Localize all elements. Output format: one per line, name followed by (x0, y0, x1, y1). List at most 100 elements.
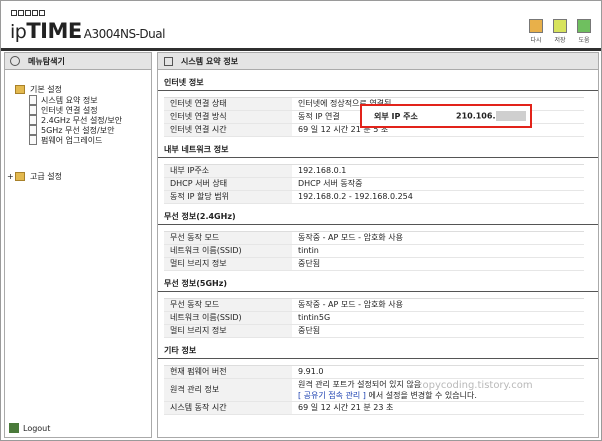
row-value: 192.168.0.2 - 192.168.0.254 (298, 192, 413, 201)
external-ip-callout: 외부 IP 주소 210.106. (360, 104, 532, 128)
refresh-icon (529, 19, 543, 33)
wifi5-table: 무선 동작 모드 동작중 - AP 모드 - 암호화 사용 네트워크 이름(SSI… (164, 298, 584, 338)
table-row: 무선 동작 모드 동작중 - AP 모드 - 암호화 사용 (164, 232, 584, 245)
watermark: copycoding.tistory.com (417, 380, 533, 391)
sidebar: 메뉴탐색기 기본 설정 시스템 요약 정보 인터넷 연결 설정 2.4GHz 무… (4, 52, 152, 438)
logout-button[interactable]: Logout (9, 423, 50, 433)
external-ip-label: 외부 IP 주소 (374, 111, 418, 121)
wifi24-table: 무선 동작 모드 동작중 - AP 모드 - 암호화 사용 네트워크 이름(SSI… (164, 231, 584, 271)
table-row: 멀티 브리지 정보 중단됨 (164, 258, 584, 271)
row-value: tintin (298, 246, 319, 255)
header-divider (1, 48, 601, 51)
section-etc-title: 기타 정보 (158, 344, 598, 359)
sidebar-item-wifi-24[interactable]: 2.4GHz 무선 설정/보안 (15, 115, 151, 125)
section-lan-title: 내부 네트워크 정보 (158, 143, 598, 158)
save-label: 저장 (554, 37, 566, 44)
row-key: 인터넷 연결 상태 (164, 98, 292, 110)
document-icon (29, 95, 37, 105)
table-row: 동적 IP 할당 범위 192.168.0.2 - 192.168.0.254 (164, 191, 584, 204)
row-key: 멀티 브리지 정보 (164, 325, 292, 337)
table-row: 네트워크 이름(SSID) tintin (164, 245, 584, 258)
logo: ipTIME A3004NS-Dual (10, 19, 165, 43)
sidebar-item-internet[interactable]: 인터넷 연결 설정 (15, 105, 151, 115)
refresh-button[interactable]: 다시 (527, 19, 545, 44)
refresh-label: 다시 (530, 37, 542, 44)
table-row: DHCP 서버 상태 DHCP 서버 동작중 (164, 178, 584, 191)
tree-advanced-label: 고급 설정 (30, 172, 62, 181)
tree-advanced-settings[interactable]: + 고급 설정 (7, 171, 151, 182)
logo-prefix: ip (10, 21, 27, 43)
table-row: 내부 IP주소 192.168.0.1 (164, 165, 584, 178)
row-key: DHCP 서버 상태 (164, 178, 292, 190)
window-icon (164, 56, 173, 66)
row-value: 192.168.0.1 (298, 166, 347, 175)
sidebar-item-wifi-5[interactable]: 5GHz 무선 설정/보안 (15, 125, 151, 135)
help-label: 도움 (578, 37, 590, 44)
row-value: DHCP 서버 동작중 (298, 179, 363, 188)
model-name: A3004NS-Dual (83, 27, 166, 41)
table-row: 네트워크 이름(SSID) tintin5G (164, 312, 584, 325)
table-row: 시스템 동작 시간 69 일 12 시간 21 분 23 초 (164, 402, 584, 415)
logout-label: Logout (23, 423, 51, 433)
table-row: 멀티 브리지 정보 중단됨 (164, 325, 584, 338)
tree-basic-label: 기본 설정 (30, 85, 62, 94)
row-key: 멀티 브리지 정보 (164, 258, 292, 270)
row-value: tintin5G (298, 313, 331, 322)
row-value: 9.91.0 (298, 367, 324, 376)
logout-icon (9, 423, 19, 433)
external-ip-text: 210.106. (456, 111, 496, 121)
document-icon (29, 115, 37, 125)
router-access-link[interactable]: [ 공유기 접속 관리 ] (298, 391, 366, 400)
external-ip-value: 210.106. (456, 111, 527, 121)
row-value: 동작중 - AP 모드 - 암호화 사용 (298, 300, 403, 309)
row-key: 인터넷 연결 방식 (164, 111, 292, 123)
sidebar-title-label: 메뉴탐색기 (28, 56, 65, 66)
tree-basic-settings[interactable]: 기본 설정 (15, 84, 151, 95)
folder-icon (15, 172, 25, 181)
lan-table: 내부 IP주소 192.168.0.1 DHCP 서버 상태 DHCP 서버 동작중… (164, 164, 584, 204)
search-icon (10, 56, 20, 66)
sidebar-item-firmware[interactable]: 펌웨어 업그레이드 (15, 135, 151, 145)
save-button[interactable]: 저장 (551, 19, 569, 44)
row-value: 중단됨 (298, 259, 321, 268)
row-value: 동작중 - AP 모드 - 암호화 사용 (298, 233, 403, 242)
logo-main: TIME (26, 19, 82, 43)
row-key: 인터넷 연결 시간 (164, 124, 292, 136)
row-key: 현재 펌웨어 버전 (164, 366, 292, 378)
row-key: 동적 IP 할당 범위 (164, 191, 292, 203)
save-icon (553, 19, 567, 33)
row-key: 내부 IP주소 (164, 165, 292, 177)
row-key: 무선 동작 모드 (164, 232, 292, 244)
sidebar-item-label: 펌웨어 업그레이드 (41, 135, 103, 145)
sidebar-item-system-summary[interactable]: 시스템 요약 정보 (15, 95, 151, 105)
document-icon (29, 125, 37, 135)
header: ipTIME A3004NS-Dual 다시 저장 도움 (1, 1, 601, 47)
remote-hint: 에서 설정을 변경할 수 있습니다. (368, 391, 477, 400)
section-internet-title: 인터넷 정보 (158, 76, 598, 91)
row-key: 원격 관리 정보 (164, 379, 292, 401)
row-value: 중단됨 (298, 326, 321, 335)
row-key: 네트워크 이름(SSID) (164, 312, 292, 324)
section-wifi5-title: 무선 정보(5GHz) (158, 277, 598, 292)
section-wifi24-title: 무선 정보(2.4GHz) (158, 210, 598, 225)
folder-icon (15, 85, 25, 94)
sidebar-title: 메뉴탐색기 (5, 53, 151, 70)
row-value: 69 일 12 시간 21 분 23 초 (298, 403, 394, 412)
help-button[interactable]: 도움 (575, 19, 593, 44)
help-icon (577, 19, 591, 33)
expand-icon: + (7, 172, 14, 181)
document-icon (29, 135, 37, 145)
row-key: 네트워크 이름(SSID) (164, 245, 292, 257)
row-key: 시스템 동작 시간 (164, 402, 292, 414)
top-icons: 다시 저장 도움 (527, 19, 593, 44)
remote-info: [ 공유기 접속 관리 ] 에서 설정을 변경할 수 있습니다. (298, 390, 584, 401)
main-title-label: 시스템 요약 정보 (181, 56, 239, 66)
main-title: 시스템 요약 정보 (158, 53, 598, 70)
row-key: 무선 동작 모드 (164, 299, 292, 311)
menu-tree: 기본 설정 시스템 요약 정보 인터넷 연결 설정 2.4GHz 무선 설정/보… (5, 70, 151, 182)
table-row: 현재 펌웨어 버전 9.91.0 (164, 366, 584, 379)
logo-dots (11, 9, 46, 18)
document-icon (29, 105, 37, 115)
redaction-mask (496, 111, 527, 121)
table-row: 무선 동작 모드 동작중 - AP 모드 - 암호화 사용 (164, 299, 584, 312)
